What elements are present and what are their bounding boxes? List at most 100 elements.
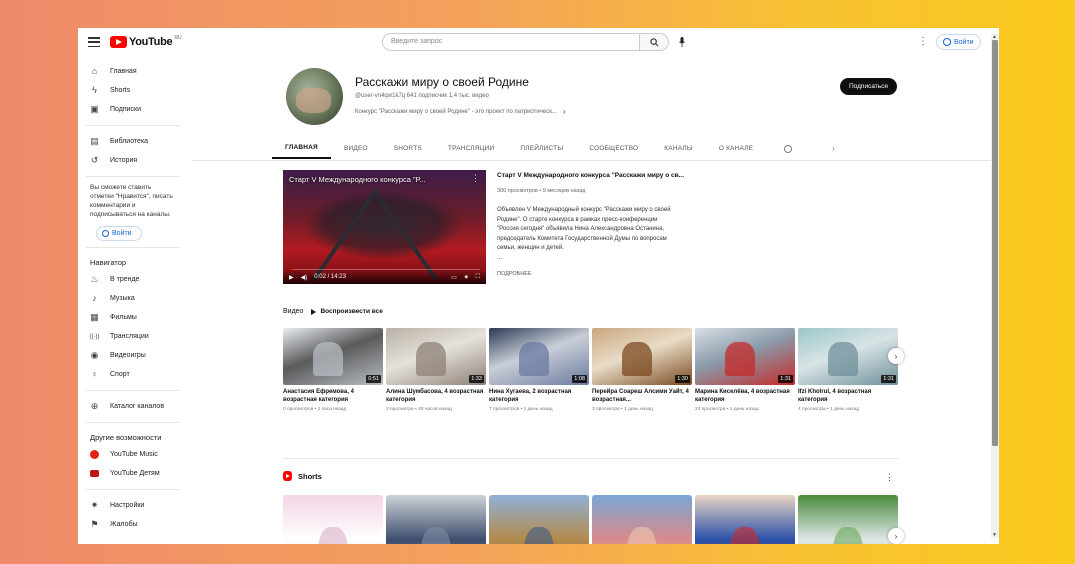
short-subject [421,526,451,544]
search-button[interactable] [639,33,669,51]
video-thumbnail[interactable]: 1:31 [798,328,898,385]
video-title[interactable]: Алина Шумбасова, 4 возрастная категория [386,388,486,404]
short-card[interactable] [592,495,692,544]
play-all-button[interactable]: Воспроизвести все [311,308,382,315]
scroll-down-icon[interactable]: ▼ [992,532,997,538]
sidebar-item-label: Музыка [110,295,135,302]
channel-avatar[interactable] [286,68,343,125]
signin-button[interactable]: Войти [936,34,981,50]
tab-5[interactable]: СООБЩЕСТВО [576,138,651,159]
shorts-section-header: Shorts [283,471,322,481]
page-scrollbar[interactable]: ▲ ▼ [991,34,999,538]
video-meta: 0 просмотров • 2 часа назад [283,407,347,412]
volume-icon[interactable]: ◀) [301,274,308,281]
sidebar-item-youtube-music[interactable]: YouTube Music [78,445,188,464]
short-card[interactable] [695,495,795,544]
featured-video-title[interactable]: Старт V Международного конкурса "Расскаж… [497,172,684,179]
sidebar-item-trending[interactable]: ♨ В тренде [78,270,188,289]
section-divider [283,458,898,459]
short-card[interactable] [386,495,486,544]
chevron-right-icon[interactable]: › [888,528,904,544]
sidebar-item-catalog[interactable]: ⊕ Каталог каналов [78,397,188,416]
user-icon [943,38,951,46]
video-card[interactable]: 1:08 Нина Хугаева, 2 возрастная категория… [489,328,589,412]
video-duration: 1:08 [572,375,587,383]
video-thumbnail[interactable]: 0:51 [283,328,383,385]
video-thumbnail[interactable]: 1:33 [386,328,486,385]
tab-7[interactable]: О КАНАЛЕ [706,138,766,159]
video-card[interactable]: 1:33 Алина Шумбасова, 4 возрастная катего… [386,328,486,412]
video-duration: 1:33 [469,375,484,383]
video-thumbnail[interactable]: 1:30 [592,328,692,385]
tab-3[interactable]: ТРАНСЛЯЦИИ [435,138,508,159]
video-thumbnail[interactable]: 1:31 [695,328,795,385]
video-card[interactable]: 1:30 Перейра Соареш Алсими Уайт, 4 возрас… [592,328,692,412]
video-card[interactable]: 0:51 Анастасия Ефремова, 4 возрастная кат… [283,328,383,412]
sidebar-signin-label: Войти [112,230,132,237]
sidebar-item-library[interactable]: ▤ Библиотека [78,132,188,151]
sidebar-item-youtube-kids[interactable]: YouTube Детям [78,464,188,483]
video-card[interactable]: 1:31 Ifzi Kholrul, 4 возрастная категория… [798,328,898,412]
signin-label: Войти [954,38,974,46]
shorts-heading[interactable]: Shorts [298,472,322,481]
sidebar-item-settings[interactable]: ✷ Настройки [78,496,188,515]
sidebar-item-music[interactable]: ♪ Музыка [78,289,188,308]
video-duration: 1:31 [778,375,793,383]
settings-icon[interactable]: ✷ [464,274,469,281]
video-thumbnail[interactable]: 1:08 [489,328,589,385]
video-meta: 3 просмотра • 1 день назад [592,407,653,412]
sidebar-item-flag[interactable]: ⚑ Жалобы [78,515,188,534]
trending-icon: ♨ [90,274,99,284]
subtitles-icon[interactable]: ▭ [451,274,457,281]
tab-4[interactable]: ПЛЕЙЛИСТЫ [507,138,576,159]
sidebar-item-live[interactable]: ((·)) Трансляции [78,327,188,346]
more-options-icon[interactable]: ⋮ [885,472,894,483]
featured-video-player[interactable]: Старт V Международного конкурса "Р... ⋮ … [283,170,486,284]
video-duration: 1:30 [675,375,690,383]
sidebar-item-history[interactable]: ↺ История [78,151,188,170]
short-card[interactable] [489,495,589,544]
tab-2[interactable]: SHORTS [381,138,435,159]
short-card[interactable] [798,495,898,544]
video-title[interactable]: Ifzi Kholrul, 4 возрастная категория [798,388,898,404]
fullscreen-icon[interactable]: ⛶ [476,274,480,281]
tab-0[interactable]: ГЛАВНАЯ [272,138,331,159]
sidebar-item-sport[interactable]: ♀ Спорт [78,365,188,384]
channel-description[interactable]: Конкурс "Расскажи миру о своей Родине" -… [355,107,566,116]
search-input[interactable]: Введите запрос [382,33,640,51]
sidebar-item-subscriptions[interactable]: ▣ Подписки [78,100,188,119]
video-title[interactable]: Нина Хугаева, 2 возрастная категория [489,388,589,404]
tab-6[interactable]: КАНАЛЫ [651,138,706,159]
channel-title: Расскажи миру о своей Родине [355,75,529,89]
read-more-link[interactable]: ПОДРОБНЕЕ [497,271,532,277]
sidebar-signin-button[interactable]: Войти [96,226,142,241]
more-options-icon[interactable]: ⋮ [918,36,928,47]
microphone-icon[interactable] [678,36,686,48]
short-card[interactable] [283,495,383,544]
video-title[interactable]: Анастасия Ефремова, 4 возрастная категор… [283,388,383,404]
chevron-right-icon[interactable]: › [888,348,904,364]
youtube-logo[interactable]: YouTube RU [110,35,182,48]
featured-description-text: Объявлен V Международный конкурс "Расска… [497,207,671,251]
channel-description-text: Конкурс "Расскажи миру о своей Родине" -… [355,108,557,115]
video-title[interactable]: Марина Киселёва, 4 возрастная категория [695,388,795,404]
sidebar-item-label: Библиотека [110,138,149,145]
chevron-right-icon[interactable]: › [832,144,835,153]
more-features-heading: Другие возможности [90,432,162,442]
play-icon[interactable]: ▶ [289,274,294,281]
search-icon[interactable] [784,144,793,153]
video-card[interactable]: 1:31 Марина Киселёва, 4 возрастная катего… [695,328,795,412]
scrollbar-thumb[interactable] [992,40,998,446]
sidebar-item-home[interactable]: ⌂ Главная [78,62,188,81]
sidebar-item-shorts[interactable]: ϟ Shorts [78,81,188,100]
sidebar-divider [86,489,180,490]
tab-1[interactable]: ВИДЕО [331,138,381,159]
video-title[interactable]: Перейра Соареш Алсими Уайт, 4 возрастная… [592,388,692,404]
sidebar-item-gaming[interactable]: ◉ Видеоигры [78,346,188,365]
player-more-icon[interactable]: ⋮ [471,173,480,184]
subscribe-button[interactable]: Подписаться [840,78,897,95]
sidebar-item-movies[interactable]: ▦ Фильмы [78,308,188,327]
hamburger-menu-icon[interactable] [88,37,100,47]
videos-heading[interactable]: Видео [283,308,303,315]
thumbnail-subject [519,342,549,377]
